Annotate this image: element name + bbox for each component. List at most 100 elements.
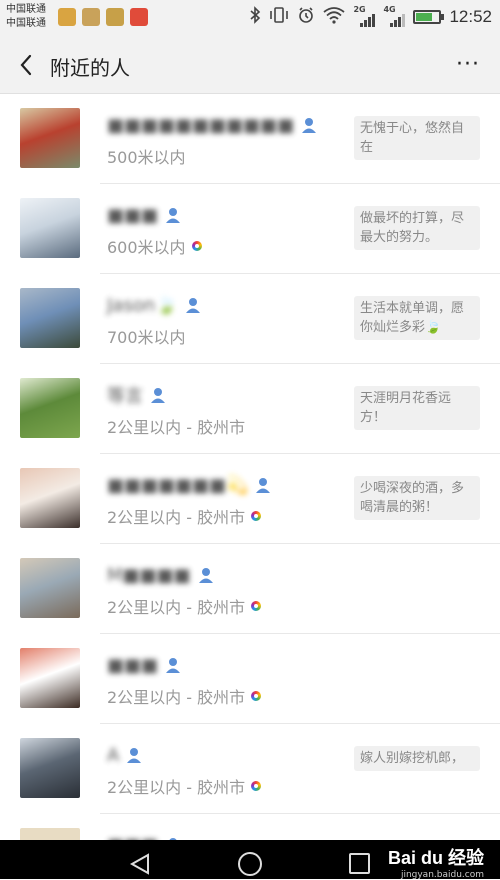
back-button[interactable]	[14, 50, 42, 80]
notification-app-icon	[130, 8, 148, 26]
network-type-label: 4G	[383, 5, 396, 14]
avatar	[20, 468, 80, 528]
network-type-label: 2G	[353, 5, 366, 14]
distance-line: 2公里以内 - 胶州市	[107, 504, 262, 528]
avatar	[20, 828, 80, 840]
wifi-icon	[323, 6, 346, 28]
page-title: 附近的人	[50, 56, 130, 80]
distance-label: 700米以内	[107, 328, 186, 347]
status-icons: 2G 4G 12:52	[249, 5, 492, 28]
user-name: ■■■■■■■■■■■	[107, 114, 295, 136]
notification-app-icon	[106, 8, 124, 26]
header: 附近的人 ···	[0, 36, 500, 94]
watermark: Bai du 经验 jingyan.baidu.com	[388, 844, 484, 880]
carrier-label: 中国联通	[6, 18, 46, 29]
name-line: M■■■■	[107, 562, 215, 588]
avatar	[20, 108, 80, 168]
moments-icon	[251, 691, 262, 701]
name-line: ■■■	[107, 202, 182, 228]
avatar	[20, 288, 80, 348]
distance-line: 500米以内	[107, 144, 186, 168]
name-line: Jason🍃	[107, 292, 202, 318]
distance-line: 2公里以内 - 胶州市	[107, 774, 262, 798]
signature-bubble: 生活本就单调，愿你灿烂多彩🍃	[354, 296, 480, 340]
navigation-bar: Bai du 经验 jingyan.baidu.com	[0, 840, 500, 880]
user-name: Jason🍃	[107, 294, 178, 316]
distance-label: 2公里以内 - 胶州市	[107, 508, 246, 527]
moments-icon	[191, 241, 202, 251]
distance-line: 2公里以内 - 胶州市	[107, 414, 245, 438]
avatar	[20, 558, 80, 618]
person-icon	[164, 206, 182, 224]
nav-recent-button[interactable]	[349, 853, 370, 874]
signature-bubble: 少喝深夜的酒，多喝清晨的粥！	[354, 476, 480, 520]
person-icon	[300, 116, 318, 134]
distance-line: 2公里以内 - 胶州市	[107, 684, 262, 708]
distance-label: 2公里以内 - 胶州市	[107, 688, 246, 707]
battery-icon	[413, 10, 445, 24]
signature-bubble: 无愧于心，悠然自在	[354, 116, 480, 160]
person-icon	[125, 746, 143, 764]
distance-label: 500米以内	[107, 148, 186, 167]
list-item[interactable]: ■■■	[0, 814, 500, 840]
avatar	[20, 378, 80, 438]
distance-label: 2公里以内 - 胶州市	[107, 418, 246, 437]
moments-icon	[251, 781, 262, 791]
moments-icon	[251, 511, 262, 521]
user-name: ■■■	[107, 204, 159, 226]
alarm-icon	[297, 6, 315, 28]
name-line: ■■■■■■■■■■■	[107, 112, 318, 138]
triangle-back-icon	[129, 853, 149, 875]
carrier-labels: 中国联通 中国联通	[6, 3, 46, 31]
signal-icon: 2G	[353, 5, 376, 27]
person-icon	[254, 476, 272, 494]
person-icon	[164, 656, 182, 674]
list-item[interactable]: ■■■■■■■💫 2公里以内 - 胶州市 少喝深夜的酒，多喝清晨的粥！	[0, 454, 500, 544]
person-icon	[197, 566, 215, 584]
vibrate-icon	[269, 6, 289, 28]
chevron-left-icon	[20, 54, 32, 76]
nav-home-button[interactable]	[238, 852, 262, 876]
signature-bubble: 嫁人别嫁挖机郎，	[354, 746, 480, 771]
distance-label: 600米以内	[107, 238, 186, 257]
distance-line: 700米以内	[107, 324, 186, 348]
list-item[interactable]: ■■■ 2公里以内 - 胶州市	[0, 634, 500, 724]
person-icon	[184, 296, 202, 314]
name-line: ■■■■■■■💫	[107, 472, 272, 498]
user-name: ■■■■■■■💫	[107, 474, 249, 496]
list-item[interactable]: 等言 2公里以内 - 胶州市 天涯明月花香远方！	[0, 364, 500, 454]
more-button[interactable]: ···	[456, 52, 480, 77]
person-icon	[149, 386, 167, 404]
list-item[interactable]: A 2公里以内 - 胶州市 嫁人别嫁挖机郎，	[0, 724, 500, 814]
avatar	[20, 198, 80, 258]
watermark-logo: Bai du 经验	[387, 848, 484, 868]
name-line: A	[107, 742, 143, 768]
user-name: 等言	[107, 386, 143, 407]
name-line: ■■■	[107, 652, 182, 678]
carrier-label: 中国联通	[6, 4, 46, 15]
distance-line: 600米以内	[107, 234, 202, 258]
user-name: M■■■■	[107, 564, 191, 586]
name-line: 等言	[107, 382, 167, 408]
signature-bubble: 天涯明月花香远方！	[354, 386, 480, 430]
user-name: ■■■	[107, 654, 159, 676]
distance-label: 2公里以内 - 胶州市	[107, 778, 246, 797]
nearby-people-list: ■■■■■■■■■■■ 500米以内 无愧于心，悠然自在 ■■■ 600米以内 做最坏的打…	[0, 94, 500, 840]
nav-back-button[interactable]	[128, 852, 152, 880]
notification-app-icon	[82, 8, 100, 26]
list-item[interactable]: Jason🍃 700米以内 生活本就单调，愿你灿烂多彩🍃	[0, 274, 500, 364]
distance-line: 2公里以内 - 胶州市	[107, 594, 262, 618]
signal-icon: 4G	[383, 5, 406, 27]
avatar	[20, 648, 80, 708]
notification-app-icon	[58, 8, 76, 26]
avatar	[20, 738, 80, 798]
name-line: ■■■	[107, 832, 182, 840]
list-item[interactable]: ■■■■■■■■■■■ 500米以内 无愧于心，悠然自在	[0, 94, 500, 184]
notification-icons	[58, 8, 148, 26]
list-item[interactable]: ■■■ 600米以内 做最坏的打算，尽最大的努力。	[0, 184, 500, 274]
status-bar: 中国联通 中国联通 2G 4G 12:52	[0, 0, 500, 36]
distance-label: 2公里以内 - 胶州市	[107, 598, 246, 617]
list-item[interactable]: M■■■■ 2公里以内 - 胶州市	[0, 544, 500, 634]
clock: 12:52	[449, 7, 492, 26]
user-name: A	[107, 744, 120, 766]
